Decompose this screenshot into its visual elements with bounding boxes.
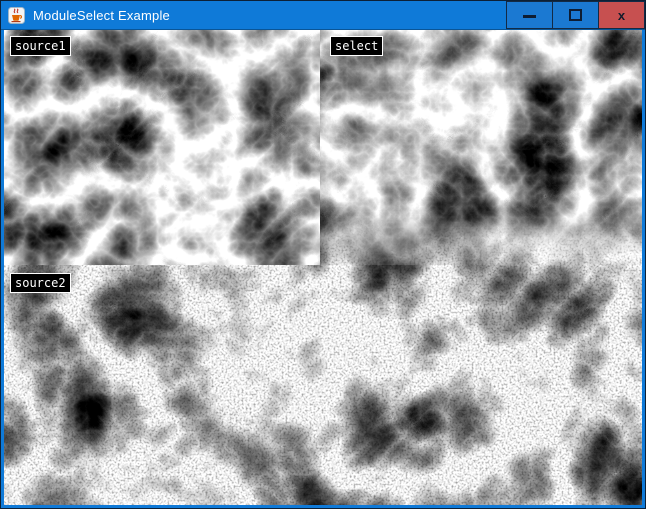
close-icon: x — [618, 9, 625, 22]
label-select: select — [330, 36, 383, 56]
minimize-icon — [523, 15, 536, 18]
app-window: ModuleSelect Example x — [0, 0, 646, 509]
window-title: ModuleSelect Example — [33, 8, 170, 23]
maximize-button[interactable] — [552, 1, 599, 29]
maximize-icon — [569, 9, 582, 21]
window-controls: x — [507, 1, 645, 29]
source1-noise-image — [4, 30, 320, 265]
minimize-button[interactable] — [506, 1, 553, 29]
java-coffee-cup-icon — [8, 7, 25, 24]
noise-render-canvas: source1 select source2 — [4, 30, 642, 505]
noise-textures — [4, 30, 642, 505]
label-source2: source2 — [10, 273, 71, 293]
close-button[interactable]: x — [598, 1, 645, 29]
source2-noise-image — [4, 265, 642, 505]
select-transition-texture — [320, 215, 642, 265]
titlebar[interactable]: ModuleSelect Example x — [1, 1, 645, 30]
label-source1: source1 — [10, 36, 71, 56]
